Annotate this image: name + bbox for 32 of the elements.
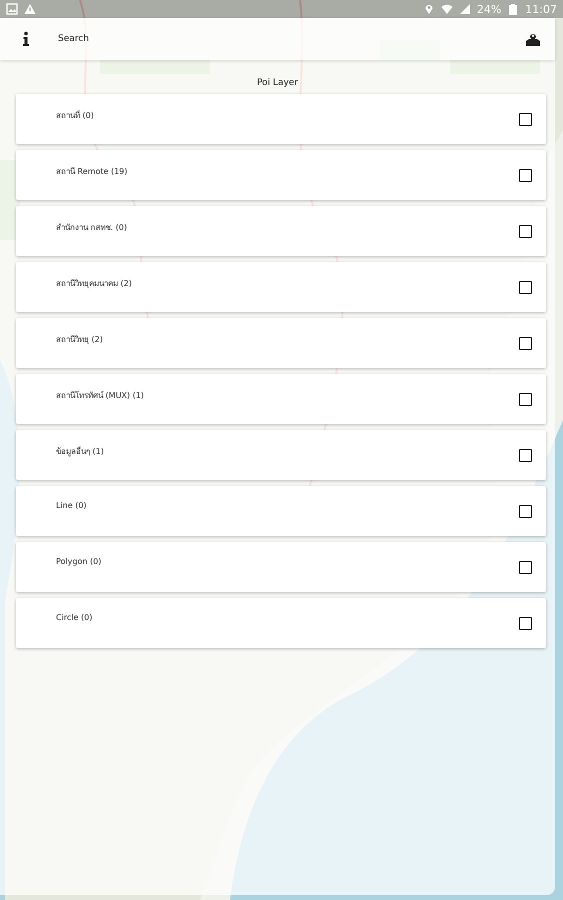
- layer-label: ข้อมูลอื่นๆ (1): [56, 445, 104, 458]
- layer-label: สถานีวิทยุ (2): [56, 334, 103, 346]
- layer-label: Line (0): [56, 501, 87, 510]
- info-icon[interactable]: [22, 31, 30, 47]
- signal-icon: [458, 3, 471, 15]
- layer-checkbox[interactable]: [519, 393, 532, 406]
- layer-checkbox[interactable]: [519, 561, 532, 574]
- layer-label: สำนักงาน กสทช. (0): [56, 222, 127, 234]
- layer-label: Circle (0): [56, 613, 92, 622]
- search-field[interactable]: Search: [58, 34, 505, 44]
- layer-checkbox[interactable]: [519, 449, 532, 462]
- layer-checkbox[interactable]: [519, 281, 532, 294]
- location-icon: [422, 3, 435, 15]
- layer-label: สถานีวิทยุคมนาคม (2): [56, 278, 132, 290]
- layer-checkbox[interactable]: [519, 225, 532, 238]
- layer-label: Polygon (0): [56, 557, 102, 566]
- layer-checkbox[interactable]: [519, 169, 532, 182]
- map-pin-icon[interactable]: [525, 31, 541, 47]
- battery-percent: 24%: [476, 2, 502, 16]
- layer-checkbox[interactable]: [519, 505, 532, 518]
- layer-label: สถานีโทรทัศน์ (MUX) (1): [56, 390, 144, 402]
- layer-label: สถานที่ (0): [56, 109, 94, 122]
- layer-checkbox[interactable]: [519, 617, 532, 630]
- wifi-icon: [440, 3, 453, 15]
- layer-checkbox[interactable]: [519, 113, 532, 126]
- clock-time: 11:07: [525, 2, 557, 16]
- layer-title: Poi Layer: [256, 78, 300, 90]
- image-icon: [6, 3, 18, 15]
- warning-icon: [24, 3, 36, 15]
- layer-checkbox[interactable]: [519, 337, 532, 350]
- battery-icon: [507, 3, 520, 15]
- layer-label: สถานี Remote (19): [56, 166, 128, 178]
